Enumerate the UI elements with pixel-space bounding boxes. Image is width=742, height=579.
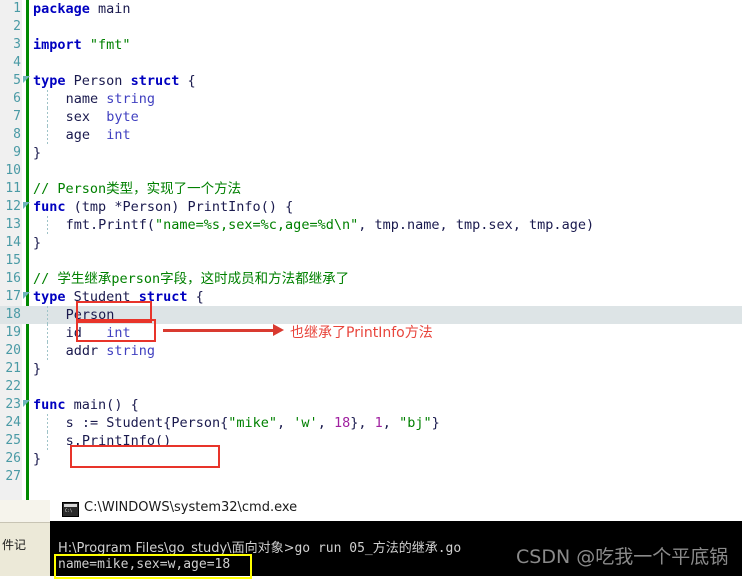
- code-fold-icon[interactable]: [23, 292, 30, 299]
- code-text: addr string: [65, 343, 155, 359]
- line-number: 23: [5, 397, 21, 412]
- code-text: fmt.Printf("name=%s,sex=%c,age=%d\n", tm…: [65, 217, 595, 233]
- code-line[interactable]: 20 addr string: [0, 342, 742, 360]
- code-line[interactable]: 15: [0, 252, 742, 270]
- code-line[interactable]: 10: [0, 162, 742, 180]
- line-number: 20: [5, 343, 21, 358]
- code-text: name string: [65, 91, 155, 107]
- line-number: 24: [5, 415, 21, 430]
- line-number: 3: [13, 37, 21, 52]
- code-text: package main: [33, 1, 131, 17]
- line-number: 21: [5, 361, 21, 376]
- code-line[interactable]: 27: [0, 468, 742, 486]
- line-number: 8: [13, 127, 21, 142]
- background-window-titlebar: [0, 500, 50, 523]
- code-fold-icon[interactable]: [23, 202, 30, 209]
- cmd-icon: C:\: [62, 502, 79, 517]
- line-number: 11: [5, 181, 21, 196]
- code-fold-icon[interactable]: [23, 400, 30, 407]
- line-number: 5: [13, 73, 21, 88]
- code-text: id int: [65, 325, 131, 341]
- code-text: s := Student{Person{"mike", 'w', 18}, 1,…: [65, 415, 440, 431]
- line-number: 1: [13, 1, 21, 16]
- line-number: 25: [5, 433, 21, 448]
- code-line[interactable]: 5 type Person struct {: [0, 72, 742, 90]
- code-line[interactable]: 17 type Student struct {: [0, 288, 742, 306]
- line-number: 9: [13, 145, 21, 160]
- code-text: sex byte: [65, 109, 139, 125]
- line-number: 7: [13, 109, 21, 124]
- code-text: Person: [65, 307, 115, 323]
- code-line[interactable]: 22: [0, 378, 742, 396]
- console-titlebar[interactable]: C:\ C:\WINDOWS\system32\cmd.exe: [50, 497, 742, 521]
- line-number: 13: [5, 217, 21, 232]
- code-line[interactable]: 4: [0, 54, 742, 72]
- line-number: 15: [5, 253, 21, 268]
- code-line[interactable]: 16 // 学生继承person字段，这时成员和方法都继承了: [0, 270, 742, 288]
- code-line[interactable]: 8 age int: [0, 126, 742, 144]
- annotation-label-inherit-method: 也继承了PrintInfo方法: [290, 325, 433, 341]
- code-text: }: [33, 361, 42, 377]
- code-text: age int: [65, 127, 131, 143]
- code-text: type Person struct {: [33, 73, 196, 89]
- line-number: 17: [5, 289, 21, 304]
- line-number: 10: [5, 163, 21, 178]
- line-number: 16: [5, 271, 21, 286]
- code-line[interactable]: 24 s := Student{Person{"mike", 'w', 18},…: [0, 414, 742, 432]
- code-line[interactable]: 2: [0, 18, 742, 36]
- code-line[interactable]: 7 sex byte: [0, 108, 742, 126]
- code-line[interactable]: 9}: [0, 144, 742, 162]
- line-number: 12: [5, 199, 21, 214]
- code-line[interactable]: 13 fmt.Printf("name=%s,sex=%c,age=%d\n",…: [0, 216, 742, 234]
- background-window-sliver[interactable]: 件记: [0, 500, 51, 576]
- line-number: 14: [5, 235, 21, 250]
- code-text: s.PrintInfo(): [65, 433, 172, 449]
- code-text: func main() {: [33, 397, 139, 413]
- line-number: 6: [13, 91, 21, 106]
- code-text: }: [33, 235, 42, 251]
- code-line[interactable]: 21}: [0, 360, 742, 378]
- code-text: // 学生继承person字段，这时成员和方法都继承了: [33, 271, 350, 287]
- code-line[interactable]: 25 s.PrintInfo(): [0, 432, 742, 450]
- code-text: type Student struct {: [33, 289, 204, 305]
- line-number: 27: [5, 469, 21, 484]
- console-output-line: name=mike,sex=w,age=18: [58, 557, 231, 572]
- code-text: import "fmt": [33, 37, 131, 53]
- csdn-watermark: CSDN @吃我一个平底锅: [516, 546, 729, 568]
- line-number: 18: [5, 307, 21, 322]
- code-text: }: [33, 451, 42, 467]
- code-line[interactable]: 12 func (tmp *Person) PrintInfo() {: [0, 198, 742, 216]
- code-line[interactable]: 3 import "fmt": [0, 36, 742, 54]
- code-line[interactable]: 23 func main() {: [0, 396, 742, 414]
- background-window-label: 件记: [2, 538, 27, 552]
- code-text: func (tmp *Person) PrintInfo() {: [33, 199, 294, 215]
- code-line[interactable]: 11 // Person类型，实现了一个方法: [0, 180, 742, 198]
- code-text: // Person类型，实现了一个方法: [33, 181, 242, 197]
- code-line[interactable]: 14}: [0, 234, 742, 252]
- line-number: 4: [13, 55, 21, 70]
- console-prompt-line: H:\Program Files\go_study\面向对象>go run 05…: [58, 541, 462, 556]
- code-line[interactable]: 26}: [0, 450, 742, 468]
- annotation-arrow-line: [163, 329, 273, 332]
- code-fold-icon[interactable]: [23, 76, 30, 83]
- code-editor[interactable]: 1 package main 2 3 import "fmt" 4 5 type Person…: [0, 0, 742, 576]
- line-number: 22: [5, 379, 21, 394]
- code-lines-container[interactable]: 1 package main 2 3 import "fmt" 4 5 type Person…: [0, 0, 742, 486]
- line-number: 2: [13, 19, 21, 34]
- line-number: 26: [5, 451, 21, 466]
- annotation-arrow-head: [273, 324, 284, 336]
- line-number: 19: [5, 325, 21, 340]
- console-title-text: C:\WINDOWS\system32\cmd.exe: [84, 500, 298, 515]
- code-line[interactable]: 1 package main: [0, 0, 742, 18]
- code-text: }: [33, 145, 42, 161]
- code-line[interactable]: 6 name string: [0, 90, 742, 108]
